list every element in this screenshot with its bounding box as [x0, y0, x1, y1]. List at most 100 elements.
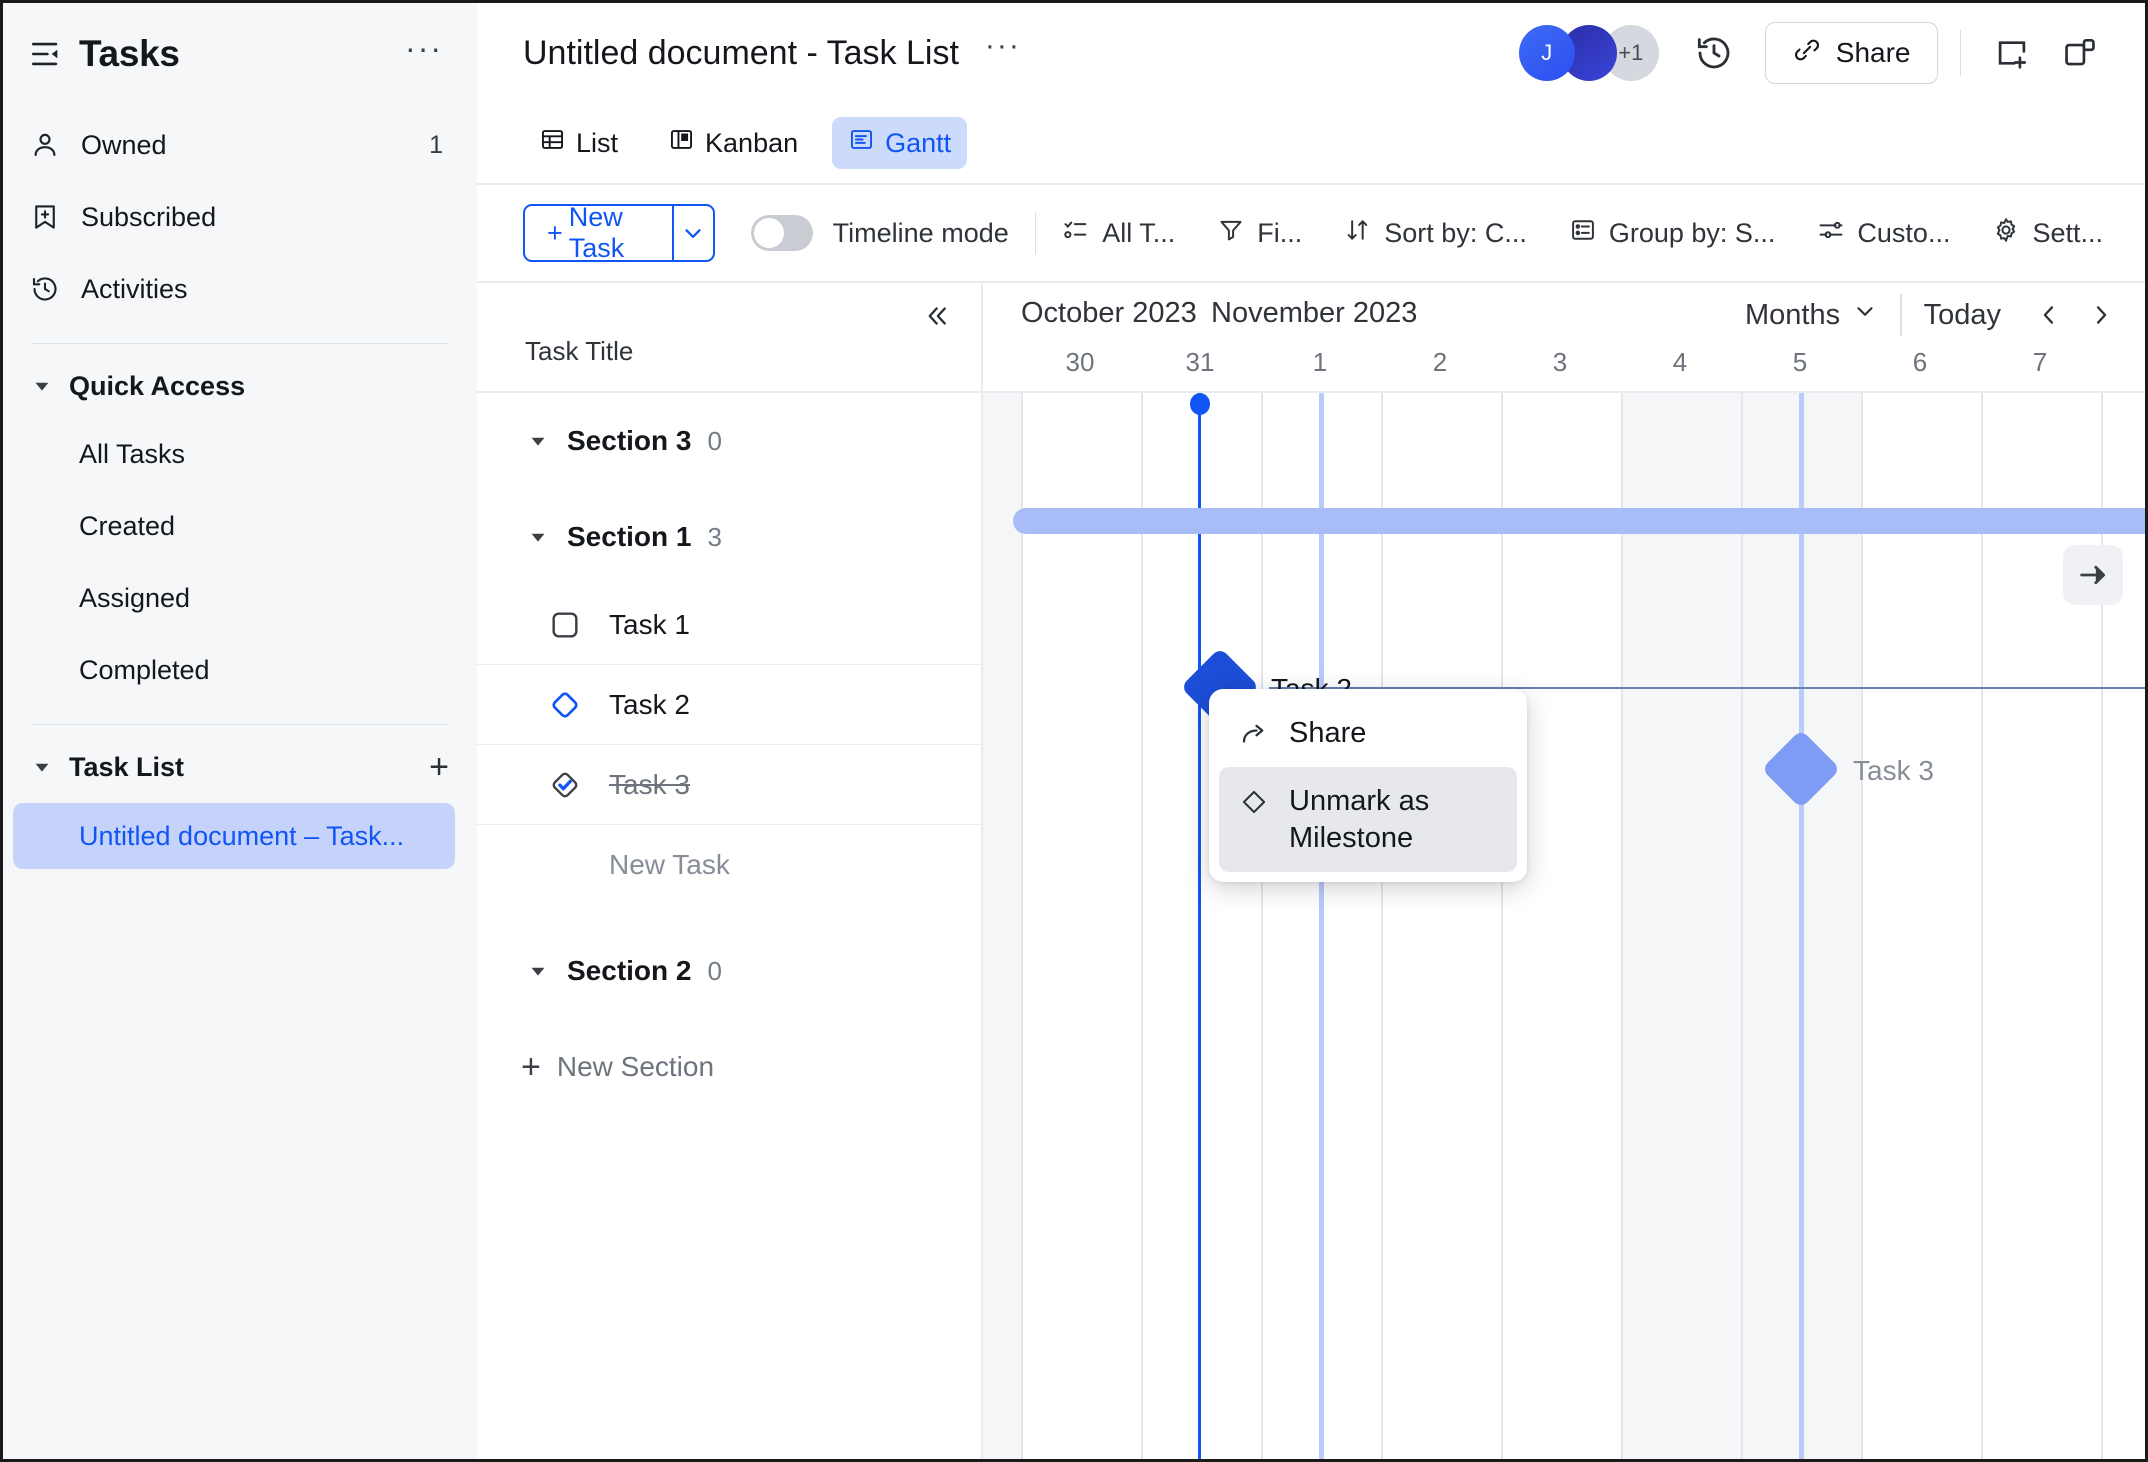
table-icon [539, 126, 566, 160]
section-row-section-2[interactable]: Section 2 0 [477, 923, 981, 1019]
arrow-right-icon[interactable] [2063, 545, 2123, 605]
gantt-toolbar: + New Task Timeline mode All T... Fi... … [477, 185, 2145, 283]
grid-line [1141, 393, 1143, 1459]
chevron-left-icon[interactable] [2023, 289, 2075, 341]
tab-gantt[interactable]: Gantt [832, 117, 968, 169]
page-title: Untitled document - Task List [523, 33, 959, 72]
milestone-checked-icon[interactable] [547, 767, 583, 803]
new-task-row[interactable]: New Task [477, 825, 981, 905]
zoom-level-selector[interactable]: Months [1723, 298, 1900, 332]
chevron-down-icon [1852, 298, 1878, 332]
checkbox-icon[interactable] [547, 607, 583, 643]
tab-kanban[interactable]: Kanban [652, 117, 814, 169]
grid-line [1501, 393, 1503, 1459]
task-list-header: Task Title [477, 283, 981, 393]
day-label: 2 [1432, 347, 1448, 377]
sidebar-item-assigned[interactable]: Assigned [3, 562, 477, 634]
add-panel-icon[interactable] [1983, 24, 2041, 82]
task-title: Task 2 [609, 688, 690, 720]
new-task-button-label: + New Task [547, 204, 625, 262]
sidebar-item-subscribed[interactable]: Subscribed [3, 181, 477, 253]
tab-label: Gantt [885, 127, 952, 158]
time-cursor-handle[interactable] [1190, 393, 1210, 415]
sidebar-item-label: Subscribed [81, 201, 217, 232]
toggle-knob [753, 218, 784, 248]
sidebar-nav: Owned 1 Subscribed Activities [3, 109, 477, 325]
section-count: 0 [707, 955, 722, 986]
chevron-right-icon[interactable] [2075, 289, 2127, 341]
today-button[interactable]: Today [1902, 299, 2023, 332]
sidebar-item-activities[interactable]: Activities [3, 253, 477, 325]
history-icon[interactable] [1685, 24, 1743, 82]
task-row[interactable]: Task 3 [477, 745, 981, 825]
grid-line [1261, 393, 1263, 1459]
split-view-icon[interactable] [2051, 24, 2109, 82]
task-row[interactable]: Task 2 [477, 665, 981, 745]
sidebar: Tasks ··· Owned 1 Subscribed Activities … [3, 3, 477, 1459]
day-row: 30 31 1 2 3 4 5 6 7 [983, 345, 2145, 391]
sidebar-item-owned[interactable]: Owned 1 [3, 109, 477, 181]
collaborator-avatars[interactable]: J +1 [1518, 25, 1659, 81]
task-title: Task 1 [609, 608, 690, 640]
sidebar-item-untitled-document[interactable]: Untitled document – Task... [13, 803, 455, 869]
zoom-level-label: Months [1745, 298, 1841, 331]
day-label: 4 [1672, 347, 1688, 377]
day-label: 1 [1312, 347, 1328, 377]
context-menu-item-unmark-milestone[interactable]: Unmark as Milestone [1219, 767, 1517, 872]
new-section-label: New Section [556, 1051, 715, 1082]
day-label: 5 [1792, 347, 1808, 377]
chevron-down-icon[interactable] [525, 958, 551, 984]
top-bar: Untitled document - Task List ··· J +1 S… [477, 3, 2145, 103]
today-marker-line [1319, 393, 1324, 1459]
add-task-list-button[interactable]: + [429, 750, 449, 784]
toolbar-item-label: All T... [1102, 217, 1176, 248]
sidebar-more-button[interactable]: ··· [405, 32, 443, 66]
today-label: Today [1923, 298, 2001, 331]
sidebar-item-completed[interactable]: Completed [3, 634, 477, 706]
chevron-down-icon[interactable] [674, 206, 713, 260]
panel-collapse-icon[interactable] [29, 37, 63, 71]
customize-button[interactable]: Custo... [1817, 216, 1950, 251]
toolbar-item-label: Group by: S... [1608, 217, 1776, 248]
weekend-column [1621, 393, 1741, 1459]
today-marker-line [1799, 393, 1804, 1459]
milestone-diamond-icon[interactable] [547, 687, 583, 723]
all-tasks-filter-button[interactable]: All T... [1062, 216, 1175, 251]
sidebar-item-created[interactable]: Created [3, 490, 477, 562]
bookmark-plus-icon [29, 201, 61, 233]
section-row-section-3[interactable]: Section 3 0 [477, 393, 981, 489]
group-by-button[interactable]: Group by: S... [1569, 216, 1776, 251]
share-button[interactable]: Share [1764, 22, 1938, 84]
toolbar-divider [1959, 30, 1961, 76]
context-menu-item-share[interactable]: Share [1219, 699, 1517, 767]
task-row[interactable]: Task 1 [477, 585, 981, 665]
new-task-button[interactable]: + New Task [523, 204, 715, 262]
timeline-mode-toggle[interactable] [750, 215, 813, 251]
section-name: Section 3 [567, 425, 692, 456]
milestone-label: Task 3 [1853, 755, 1934, 786]
sidebar-item-count: 1 [429, 130, 443, 159]
chevron-down-icon[interactable] [525, 428, 551, 454]
grid-line [1741, 393, 1743, 1459]
grid-line [1981, 393, 1983, 1459]
chevron-down-icon[interactable] [525, 524, 551, 550]
section-summary-bar[interactable] [1013, 508, 2145, 534]
sidebar-divider [31, 724, 449, 725]
sidebar-group-quick-access[interactable]: Quick Access [3, 354, 477, 418]
chevrons-left-icon[interactable] [919, 299, 953, 333]
tab-list[interactable]: List [523, 117, 634, 169]
section-row-section-1[interactable]: Section 1 3 [477, 489, 981, 585]
document-more-button[interactable]: ··· [985, 31, 1021, 65]
new-section-button[interactable]: + New Section [477, 1019, 981, 1115]
section-count: 3 [707, 521, 722, 552]
filter-button[interactable]: Fi... [1217, 216, 1302, 251]
avatar[interactable]: J [1518, 25, 1575, 81]
sidebar-group-task-list[interactable]: Task List + [3, 735, 477, 799]
main-area: Untitled document - Task List ··· J +1 S… [477, 3, 2145, 1459]
filter-icon [1217, 216, 1245, 251]
sort-button[interactable]: Sort by: C... [1344, 216, 1527, 251]
plus-icon: + [521, 1048, 541, 1086]
sidebar-item-all-tasks[interactable]: All Tasks [3, 418, 477, 490]
settings-button[interactable]: Sett... [1992, 216, 2103, 251]
section-count: 0 [707, 425, 722, 456]
